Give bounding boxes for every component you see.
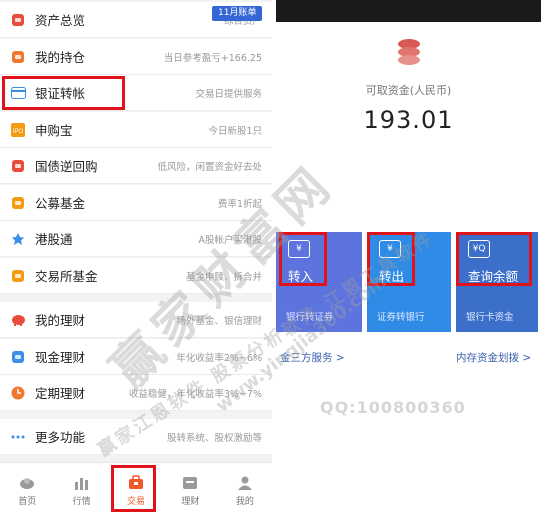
menu-item[interactable]: 定期理财 收益稳健，年化收益率3%~7%: [0, 375, 272, 411]
highlight-bank-transfer: [2, 76, 125, 110]
exchange-fund-icon: [10, 268, 26, 284]
monthly-bill-badge[interactable]: 11月账单: [212, 6, 263, 21]
menu-item-label: 更多功能: [35, 430, 86, 445]
nav-finance[interactable]: 理财: [163, 463, 217, 518]
home-icon: [18, 475, 36, 491]
internal-funds-link[interactable]: 内存资金划拨 >: [456, 350, 531, 365]
position-icon: [10, 49, 26, 65]
menu-item-sub: 收益稳健，年化收益率3%~7%: [128, 388, 262, 400]
menu-item[interactable]: 更多功能 股转系统、股权激励等: [0, 419, 272, 455]
hk-icon: [10, 231, 26, 247]
menu-item-sub: 费率1折起: [217, 198, 262, 210]
menu-item[interactable]: 我的理财 场外基金、银信理财: [0, 302, 272, 338]
menu-item-sub: 交易日提供服务: [195, 88, 262, 100]
menu-item-label: 港股通: [35, 232, 73, 247]
highlight-transfer-in: [279, 232, 327, 286]
nav-market[interactable]: 行情: [54, 463, 108, 518]
available-funds-value: 193.01: [363, 106, 454, 134]
ipo-icon: IPO: [10, 122, 26, 138]
finance-icon: [181, 475, 199, 491]
nav-finance-label: 理财: [181, 496, 200, 507]
menu-item-sub: 今日新股1只: [208, 125, 262, 137]
trade-menu-panel: 资产总览 综合资产 我的持仓 当日参考盈亏+166.25 银证转帐 交易日提供服务 IPO 申…: [0, 0, 272, 518]
menu-item-sub: 当日参考盈亏+166.25: [163, 52, 262, 64]
menu-item-label: 资产总览: [35, 13, 86, 28]
piggy-icon: [10, 312, 26, 328]
fund-icon: [10, 195, 26, 211]
highlight-trade-tab: [111, 465, 156, 512]
menu-item[interactable]: 公募基金 费率1折起: [0, 185, 272, 221]
menu-item[interactable]: 我的持仓 当日参考盈亏+166.25: [0, 39, 272, 75]
menu-item-label: 交易所基金: [35, 269, 98, 284]
highlight-transfer-out: [367, 232, 415, 286]
wallet-icon: [10, 12, 26, 28]
menu-item-label: 申购宝: [35, 123, 73, 138]
transfer-out-sub: 证券转银行: [377, 312, 425, 323]
available-funds-label: 可取资金(人民币): [365, 84, 452, 97]
coins-icon: [398, 39, 420, 65]
cash-icon: [10, 349, 26, 365]
menu-item-label: 国债逆回购: [35, 159, 98, 174]
nav-market-label: 行情: [72, 496, 91, 507]
menu-item-label: 公募基金: [35, 196, 86, 211]
menu-item[interactable]: 交易所基金 基金申赎、拆合并: [0, 258, 272, 294]
qq-watermark: QQ:100800360: [320, 398, 466, 417]
nav-profile-label: 我的: [235, 496, 254, 507]
menu-item[interactable]: IPO 申购宝 今日新股1只: [0, 112, 272, 148]
menu-item-sub: 基金申赎、拆合并: [185, 271, 262, 283]
screenshot-root: 资产总览 综合资产 我的持仓 当日参考盈亏+166.25 银证转帐 交易日提供服务 IPO 申…: [0, 0, 541, 518]
more-icon: [10, 429, 26, 445]
query-balance-sub: 银行卡资金: [466, 312, 514, 323]
nav-profile[interactable]: 我的: [218, 463, 272, 518]
menu-item-label: 我的理财: [35, 313, 86, 328]
menu-item[interactable]: 现金理财 年化收益率2%~6%: [0, 339, 272, 375]
menu-item[interactable]: 港股通 A股帐户买港股: [0, 221, 272, 257]
menu-item-sub: 年化收益率2%~6%: [176, 352, 262, 364]
highlight-query-balance: [456, 232, 532, 286]
clock-icon: [10, 385, 26, 401]
svg-text:IPO: IPO: [13, 129, 24, 135]
bank-transfer-panel: 可取资金(人民币) 193.01 ¥ 转入 银行转证券 ¥ 转出 证券转银行 ¥…: [276, 0, 541, 518]
menu-item-sub: 场外基金、银信理财: [176, 315, 262, 327]
nav-home-label: 首页: [18, 496, 37, 507]
menu-item-label: 定期理财: [35, 386, 86, 401]
menu-item-label: 现金理财: [35, 350, 86, 365]
menu-item[interactable]: 国债逆回购 低风险，闲置资金好去处: [0, 148, 272, 184]
menu-item-sub: 股转系统、股权激励等: [166, 432, 262, 444]
menu-item-sub: A股帐户买港股: [198, 234, 263, 246]
bond-icon: [10, 158, 26, 174]
status-bar: [276, 0, 541, 22]
market-icon: [73, 475, 91, 491]
nav-home[interactable]: 首页: [0, 463, 54, 518]
menu-item-label: 我的持仓: [35, 50, 86, 65]
third-party-service-link[interactable]: 金三方服务 >: [280, 350, 345, 365]
transfer-in-sub: 银行转证券: [286, 312, 334, 323]
profile-icon: [236, 475, 254, 491]
menu-item-sub: 低风险，闲置资金好去处: [157, 161, 262, 173]
